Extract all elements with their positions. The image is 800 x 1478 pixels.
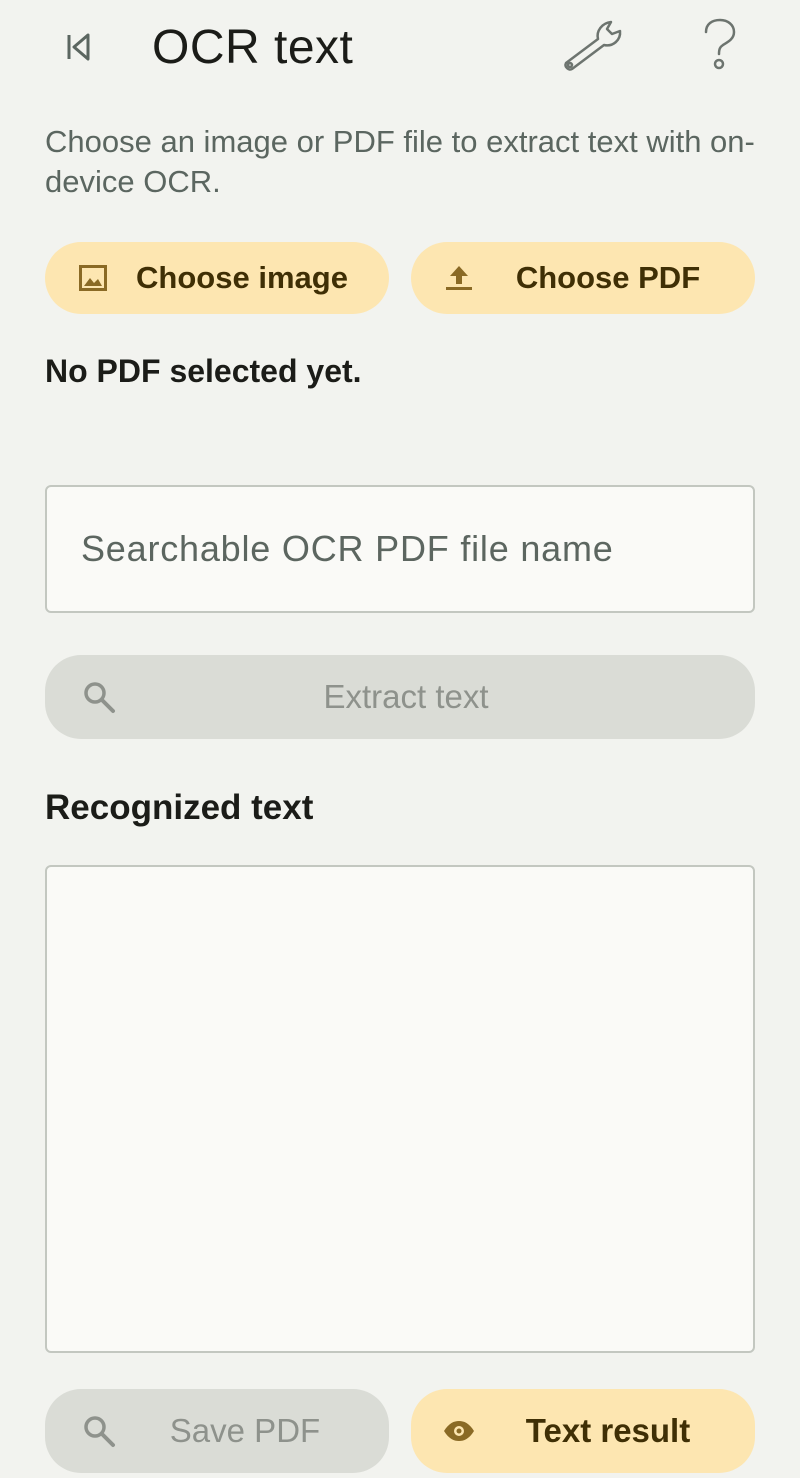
pdf-filename-input[interactable] [45,485,755,613]
save-pdf-label: Save PDF [169,1412,321,1449]
instructions-text: Choose an image or PDF file to extract t… [45,124,755,199]
choose-image-button[interactable]: Choose image [45,242,389,314]
image-icon [75,260,111,296]
save-pdf-button[interactable]: Save PDF [45,1389,389,1473]
help-button[interactable] [690,14,750,74]
back-button[interactable] [54,22,104,72]
selection-status: No PDF selected yet. [45,353,362,389]
wrench-icon [560,15,630,73]
eye-icon [441,1413,477,1449]
recognized-text-area[interactable] [45,865,755,1353]
help-question-icon [700,17,740,71]
settings-button[interactable] [558,14,632,74]
extract-text-button[interactable]: Extract text [45,655,755,739]
top-app-bar [0,0,800,100]
extract-text-label: Extract text [323,678,489,715]
search-icon [81,1413,117,1449]
recognized-text-heading: Recognized text [45,788,314,827]
text-result-button[interactable]: Text result [411,1389,755,1473]
choose-pdf-button[interactable]: Choose PDF [411,242,755,314]
choose-image-label: Choose image [136,260,348,295]
choose-pdf-label: Choose PDF [515,260,701,295]
page-title: OCR text [152,21,354,74]
text-result-label: Text result [525,1412,691,1449]
upload-icon [441,260,477,296]
skip-back-icon [66,32,92,62]
search-icon [81,679,117,715]
